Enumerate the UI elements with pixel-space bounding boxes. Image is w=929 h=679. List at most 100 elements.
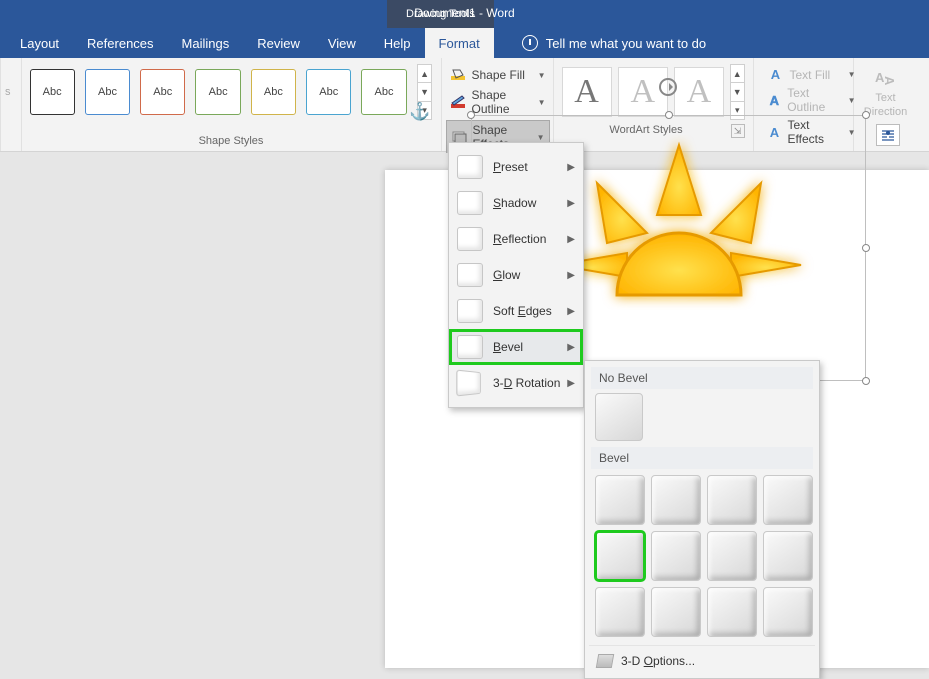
pen-icon <box>450 95 466 109</box>
tab-format[interactable]: Format <box>425 28 494 58</box>
text-fill-button: A Text Fill ▼ <box>766 66 858 83</box>
chevron-down-icon[interactable]: ▼ <box>418 83 432 101</box>
bevel-grid <box>589 473 815 639</box>
bevel-swatch[interactable] <box>707 531 757 581</box>
tell-me-label: Tell me what you want to do <box>546 36 706 51</box>
bucket-icon <box>450 68 466 82</box>
bevel-swatch[interactable] <box>763 531 813 581</box>
shape-effects-menu: Preset ▶ Shadow ▶ Reflection ▶ Glow ▶ So… <box>448 142 584 408</box>
bevel-swatch-selected[interactable] <box>595 531 645 581</box>
chevron-up-icon[interactable]: ▲ <box>731 65 743 83</box>
resize-handle[interactable] <box>862 377 870 385</box>
label: Soft Edges <box>493 304 552 318</box>
submenu-arrow-icon: ▶ <box>567 198 575 209</box>
label: Shape Outline <box>472 88 532 116</box>
menu-item-glow[interactable]: Glow ▶ <box>449 257 583 293</box>
bevel-swatch[interactable] <box>595 475 645 525</box>
shape-style-item[interactable]: Abc <box>30 69 75 115</box>
shape-style-item[interactable]: Abc <box>140 69 185 115</box>
layout-options-button[interactable] <box>876 124 900 146</box>
textfill-icon: A <box>768 67 784 82</box>
submenu-arrow-icon: ▶ <box>567 378 575 389</box>
shape-fill-button[interactable]: Shape Fill ▼ <box>446 66 550 84</box>
rotation-handle[interactable] <box>659 78 677 96</box>
tab-references[interactable]: References <box>73 28 167 58</box>
submenu-arrow-icon: ▶ <box>567 270 575 281</box>
menu-item-3d-rotation[interactable]: 3-D Rotation ▶ <box>449 365 583 401</box>
tab-help[interactable]: Help <box>370 28 425 58</box>
resize-handle[interactable] <box>862 244 870 252</box>
label: Bevel <box>493 340 523 354</box>
bevel-swatch[interactable] <box>651 587 701 637</box>
bevel-swatch[interactable] <box>763 475 813 525</box>
menu-item-reflection[interactable]: Reflection ▶ <box>449 221 583 257</box>
shape-outline-button[interactable]: Shape Outline ▼ <box>446 86 550 118</box>
bevel-swatch[interactable] <box>707 475 757 525</box>
bevel-swatch[interactable] <box>651 531 701 581</box>
label: Preset <box>493 160 528 174</box>
contextual-tab-drawing-tools[interactable]: Drawing Tools <box>387 0 494 28</box>
gallery-scroll[interactable]: ▲ ▼ ▾ <box>730 64 744 120</box>
group-shape-styles: Abc Abc Abc Abc Abc Abc Abc ▲ ▼ ▾ Shape … <box>22 58 442 151</box>
shape-style-item[interactable]: Abc <box>306 69 351 115</box>
submenu-arrow-icon: ▶ <box>567 162 575 173</box>
submenu-arrow-icon: ▶ <box>567 342 575 353</box>
text-outline-button: A Text Outline ▼ <box>766 85 858 115</box>
bevel-icon <box>457 335 483 359</box>
glow-icon <box>457 263 483 287</box>
submenu-arrow-icon: ▶ <box>567 234 575 245</box>
tab-layout[interactable]: Layout <box>6 28 73 58</box>
bevel-swatch[interactable] <box>707 587 757 637</box>
resize-handle[interactable] <box>862 111 870 119</box>
anchor-icon: ⚓ <box>409 102 430 122</box>
label: Text Fill <box>790 68 831 82</box>
label: 3-D Options... <box>621 654 695 668</box>
preset-icon <box>457 155 483 179</box>
label: Direction <box>864 106 907 118</box>
bevel-swatch[interactable] <box>763 587 813 637</box>
svg-text:A: A <box>882 76 897 86</box>
label: Shadow <box>493 196 536 210</box>
menu-item-shadow[interactable]: Shadow ▶ <box>449 185 583 221</box>
wordart-style-item[interactable]: A <box>674 67 724 117</box>
rotation3d-icon <box>456 369 481 396</box>
menu-item-soft-edges[interactable]: Soft Edges ▶ <box>449 293 583 329</box>
label: Reflection <box>493 232 546 246</box>
softedges-icon <box>457 299 483 323</box>
lightbulb-icon <box>522 35 538 51</box>
tab-view[interactable]: View <box>314 28 370 58</box>
bevel-swatch[interactable] <box>595 587 645 637</box>
shape-style-item[interactable]: Abc <box>251 69 296 115</box>
chevron-down-icon: ▼ <box>538 98 546 107</box>
label: Text <box>875 92 895 104</box>
textoutline-icon: A <box>768 93 782 108</box>
tab-review[interactable]: Review <box>243 28 314 58</box>
shape-style-item[interactable]: Abc <box>195 69 240 115</box>
text-direction-icon: A A <box>873 68 899 90</box>
layout-options-icon <box>880 128 896 142</box>
resize-handle[interactable] <box>467 111 475 119</box>
shape-style-item[interactable]: Abc <box>85 69 130 115</box>
resize-handle[interactable] <box>665 111 673 119</box>
options-3d-icon <box>596 654 614 668</box>
chevron-up-icon[interactable]: ▲ <box>418 65 432 83</box>
menu-item-3d-options[interactable]: 3-D Options... <box>589 645 815 670</box>
text-direction-button: A A Text Direction <box>862 64 910 118</box>
wordart-style-item[interactable]: A <box>562 67 612 117</box>
bevel-swatch[interactable] <box>651 475 701 525</box>
group-label: Shape Styles <box>30 135 433 149</box>
menu-item-bevel[interactable]: Bevel ▶ <box>449 329 583 365</box>
label: 3-D Rotation <box>493 376 560 390</box>
label: Shape Fill <box>472 68 525 82</box>
chevron-down-icon[interactable]: ▼ <box>731 83 743 101</box>
ribbon-tab-bar: Layout References Mailings Review View H… <box>0 28 929 58</box>
tell-me[interactable]: Tell me what you want to do <box>522 28 706 58</box>
flyout-header-bevel: Bevel <box>591 447 813 469</box>
label: Glow <box>493 268 520 282</box>
tab-mailings[interactable]: Mailings <box>168 28 244 58</box>
flyout-header-no-bevel: No Bevel <box>591 367 813 389</box>
bevel-swatch-none[interactable] <box>595 393 643 441</box>
shape-style-item[interactable]: Abc <box>361 69 406 115</box>
submenu-arrow-icon: ▶ <box>567 306 575 317</box>
menu-item-preset[interactable]: Preset ▶ <box>449 149 583 185</box>
